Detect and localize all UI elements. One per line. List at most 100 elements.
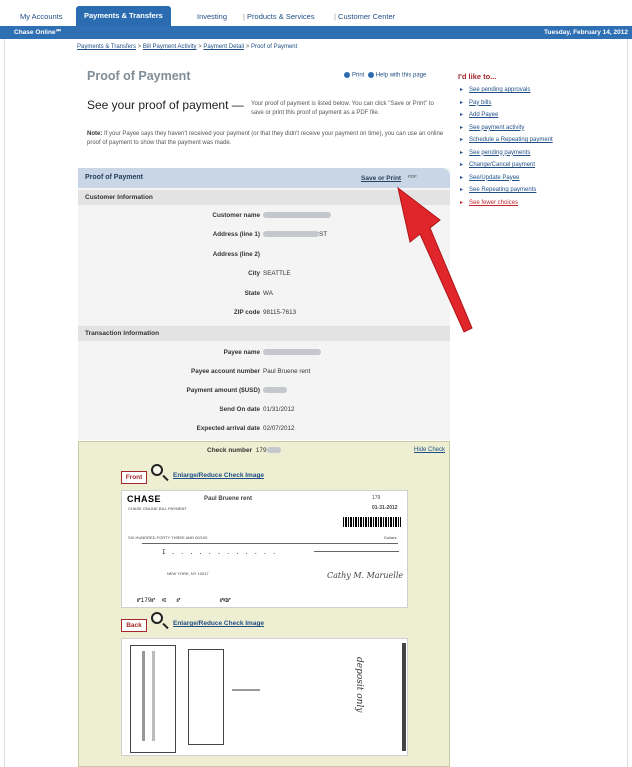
tab-investing[interactable]: Investing: [189, 7, 235, 26]
breadcrumb-separator: >: [244, 44, 251, 50]
stamp-line: [232, 689, 260, 691]
hide-check-link[interactable]: Hide Check: [414, 447, 445, 453]
check-small-print: CHASE ONLINE BILL PAYMENT: [128, 506, 187, 511]
address-suffix: ST: [319, 231, 328, 238]
tab-label: My Accounts: [20, 12, 63, 21]
field-label: Address (line 1): [212, 231, 260, 238]
section-title: Customer Information: [85, 194, 153, 201]
check-city: NEW YORK, NY 10017: [167, 571, 209, 576]
field-label: Payment amount ($USD): [186, 387, 260, 394]
breadcrumb-payments-transfers[interactable]: Payments & Transfers: [77, 44, 136, 50]
redacted-value: [263, 212, 331, 219]
amount-words: SIX HUNDRED FORTY THREE AND 00/100: [128, 535, 208, 540]
section-title: Transaction Information: [85, 330, 160, 337]
menu-item-see-pending-payments[interactable]: See pending payments: [458, 149, 568, 158]
endorsement-signature: deposit only: [354, 657, 364, 713]
check-number: Check number 179: [207, 447, 281, 454]
field-label: State: [244, 290, 260, 297]
menu-item-see-payment-activity[interactable]: See payment activity: [458, 124, 568, 133]
field-label: Expected arrival date: [196, 425, 260, 432]
print-icon: [344, 72, 350, 78]
city-value: SEATTLE: [263, 270, 291, 277]
signature: Cathy M. Maruelle: [327, 571, 404, 580]
payee-name-row: Payee name: [78, 349, 450, 359]
enlarge-back-link[interactable]: Enlarge/Reduce Check Image: [173, 620, 264, 627]
field-label: Check number: [207, 447, 253, 454]
page-title: Proof of Payment: [87, 69, 191, 83]
field-label: Address (line 2): [212, 251, 260, 258]
redacted-value: [263, 349, 321, 356]
front-button[interactable]: Front: [121, 471, 147, 484]
breadcrumb-current: Proof of Payment: [250, 44, 298, 50]
field-label: ZIP code: [233, 309, 260, 316]
magnifier-icon: [151, 612, 163, 624]
breadcrumb: Payments & Transfers > Bill Payment Acti…: [77, 44, 297, 50]
address1-value: ST: [263, 231, 327, 238]
dollars-label: Dollars: [384, 535, 397, 540]
zip-value: 98115-7613: [263, 309, 297, 316]
barcode-icon: [343, 517, 401, 527]
routing-dashes: I . . . . . . . . . . . .: [162, 549, 278, 556]
memo-box-line: [314, 551, 399, 552]
page-tools: Print Help with this page: [344, 72, 426, 79]
tab-label: Payments & Transfers: [84, 11, 163, 20]
intro-text: Your proof of payment is listed below. Y…: [251, 101, 434, 116]
note-text: Note: If your Payee says they haven't re…: [87, 130, 447, 148]
annotation-arrow-icon: [397, 186, 473, 333]
field-label: Payee name: [223, 349, 260, 356]
tab-label: Customer Center: [338, 12, 396, 21]
menu-item-change-cancel[interactable]: Change/Cancel payment: [458, 161, 568, 170]
tab-customer-center[interactable]: | Customer Center: [326, 7, 403, 26]
tab-my-accounts[interactable]: My Accounts: [12, 7, 71, 26]
arrival-date-value: 02/07/2012: [263, 425, 295, 432]
breadcrumb-bill-payment-activity[interactable]: Bill Payment Activity: [143, 44, 197, 50]
tab-label: Investing: [197, 12, 228, 21]
enlarge-front-link[interactable]: Enlarge/Reduce Check Image: [173, 472, 264, 479]
deposit-stamp: [188, 649, 224, 745]
menu-item-see-pending-approvals[interactable]: See pending approvals: [458, 86, 568, 95]
section-heading: See your proof of payment —: [87, 98, 244, 112]
tab-payments-transfers[interactable]: Payments & Transfers: [76, 6, 171, 26]
state-value: WA: [263, 290, 273, 297]
brand-bar: Chase Online℠ Tuesday, February 14, 2012: [0, 26, 632, 39]
panel-title: Proof of Payment: [85, 174, 143, 181]
tab-separator: |: [334, 12, 336, 21]
bank-stamp-bar: [152, 651, 155, 741]
menu-item-pay-bills[interactable]: Pay bills: [458, 99, 568, 108]
check-number-value: 179: [255, 447, 267, 454]
field-label: City: [248, 270, 260, 277]
breadcrumb-separator: >: [136, 44, 143, 50]
account-value: Paul Bruene rent: [263, 368, 311, 375]
note-label: Note:: [87, 131, 103, 137]
field-label: Customer name: [212, 212, 260, 219]
breadcrumb-payment-detail[interactable]: Payment Detail: [203, 44, 244, 50]
check-date: 01-31-2012: [372, 505, 398, 511]
menu-item-add-payee[interactable]: Add Payee: [458, 111, 568, 120]
tab-products-services[interactable]: | Products & Services: [235, 7, 323, 26]
back-edge-strip: [402, 643, 406, 751]
check-image-panel: Check number 179 Hide Check Front Enlarg…: [78, 441, 450, 767]
top-navigation: My Accounts Payments & Transfers Investi…: [0, 0, 632, 26]
amount-line: [142, 543, 398, 544]
check-front-image: CHASE CHASE ONLINE BILL PAYMENT Paul Bru…: [121, 490, 408, 608]
payment-amount-row: Payment amount ($USD): [78, 387, 450, 397]
bank-stamp-bar: [142, 651, 145, 741]
current-date: Tuesday, February 14, 2012: [544, 29, 628, 36]
field-label: Send On date: [219, 406, 260, 413]
check-front-number: 179: [372, 495, 381, 501]
menu-title: I'd like to...: [458, 72, 497, 81]
back-button[interactable]: Back: [121, 619, 147, 632]
brand-name: Chase Online℠: [14, 29, 63, 36]
help-link[interactable]: Help with this page: [376, 73, 427, 79]
send-date-row: Send On date 01/31/2012: [78, 406, 450, 416]
magnifier-icon: [151, 464, 163, 476]
help-icon: [367, 72, 374, 78]
tab-separator: |: [243, 12, 245, 21]
tab-label: Products & Services: [247, 12, 315, 21]
check-payee: Paul Bruene rent: [204, 496, 253, 502]
check-back-image: deposit only: [121, 638, 408, 756]
menu-item-schedule-repeating[interactable]: Schedule a Repeating payment: [458, 136, 568, 145]
print-link[interactable]: Print: [352, 73, 364, 79]
arrival-date-row: Expected arrival date 02/07/2012: [78, 425, 450, 435]
micr-line: ⑈179⑈ ⑆ ⑈ ⑈⑆⑈: [137, 597, 231, 604]
